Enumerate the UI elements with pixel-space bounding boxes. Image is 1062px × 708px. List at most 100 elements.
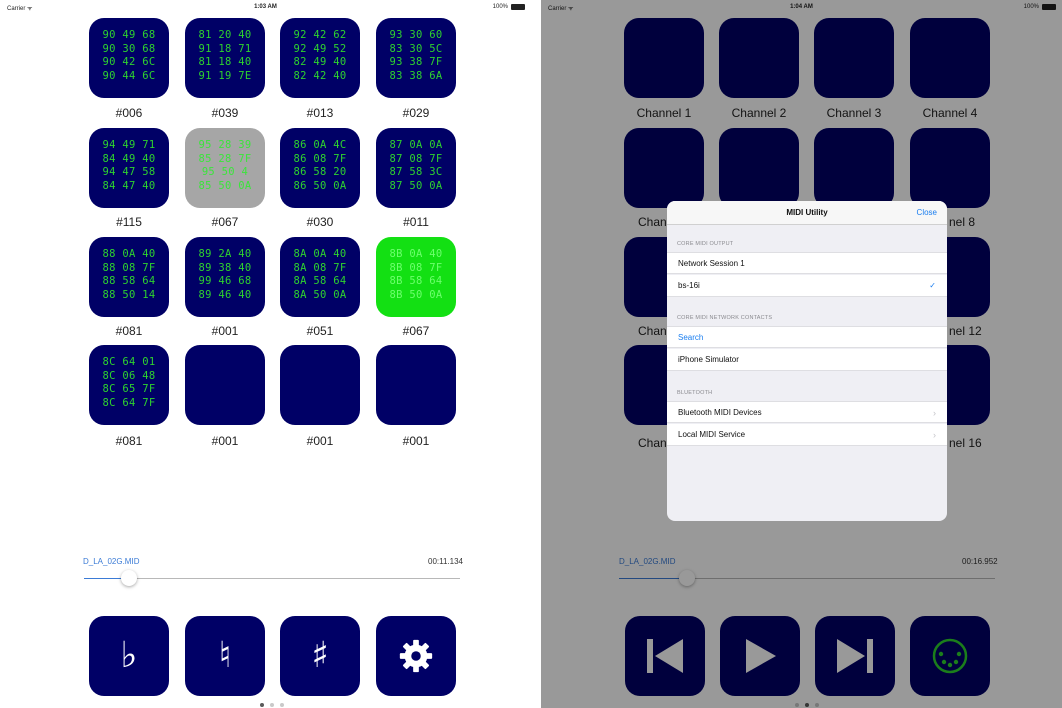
row-label: iPhone Simulator (678, 355, 739, 364)
midi-pad[interactable]: 89 2A 40 89 38 40 99 46 68 89 46 40 (185, 237, 265, 317)
status-bar: Carrier ᯤ 1:03 AM 100% (0, 0, 531, 14)
pad-label: #013 (306, 106, 334, 120)
pad-midi-line: 87 0A 0A (389, 139, 443, 151)
pad-midi-line: 88 50 14 (102, 288, 156, 301)
natural-button[interactable]: ♮ (185, 616, 265, 696)
midi-pad[interactable] (280, 345, 360, 425)
pad-midi-line: 86 08 7F (293, 152, 347, 165)
pad-label: #006 (115, 106, 143, 120)
pad-midi-line: 81 20 40 (198, 29, 252, 41)
pad-midi-line: 87 08 7F (389, 152, 443, 165)
pad-midi-line: 84 49 40 (102, 152, 156, 165)
midi-pad[interactable]: 94 49 71 84 49 40 94 47 58 84 47 40 (89, 128, 169, 208)
pad-midi-line: 81 18 40 (198, 56, 252, 68)
output-row-network-session[interactable]: Network Session 1 (667, 252, 947, 274)
pad-midi-line: 92 42 62 (293, 29, 347, 41)
section-header-bluetooth: BLUETOOTH (677, 390, 713, 396)
page-indicator[interactable] (260, 703, 284, 707)
pad-midi-line: 8C 64 01 (102, 356, 156, 368)
row-label: bs-16i (678, 281, 700, 290)
midi-pad[interactable] (185, 345, 265, 425)
pad-midi-line: 8B 0A 40 (389, 248, 443, 260)
pad-midi-line: 8C 64 7F (102, 396, 156, 409)
pad-midi-line: 87 50 0A (389, 179, 443, 192)
pad-midi-line: 93 38 7F (389, 56, 443, 68)
page-dot[interactable] (280, 703, 284, 707)
pad-midi-data: 95 28 39 85 28 7F 95 50 4 85 50 0A (185, 139, 265, 193)
pad-midi-line: 8A 0A 40 (293, 248, 347, 260)
pad-label: #001 (211, 434, 239, 448)
battery-icon (511, 4, 525, 10)
gear-icon (399, 639, 433, 673)
pad-midi-line: 8C 65 7F (102, 383, 156, 395)
output-row-bs-16i[interactable]: bs-16i ✓ (667, 275, 947, 297)
pad-midi-line: 95 50 4 (201, 166, 249, 178)
sharp-button[interactable]: ♯ (280, 616, 360, 696)
pad-midi-data: 93 30 60 83 30 5C 93 38 7F 83 38 6A (376, 29, 456, 83)
pad-midi-line: 8A 58 64 (293, 275, 347, 287)
search-row[interactable]: Search (667, 326, 947, 348)
pad-midi-data: 89 2A 40 89 38 40 99 46 68 89 46 40 (185, 248, 265, 302)
pad-midi-line: 8C 06 48 (102, 369, 156, 382)
midi-pad[interactable]: 90 49 68 90 30 68 90 42 6C 90 44 6C (89, 18, 169, 98)
section-header-core-midi-output: CORE MIDI OUTPUT (677, 241, 734, 247)
pad-label: #001 (306, 434, 334, 448)
midi-pad[interactable]: 8C 64 01 8C 06 48 8C 65 7F 8C 64 7F (89, 345, 169, 425)
modal-title: MIDI Utility (786, 208, 828, 217)
pad-midi-line: 88 08 7F (102, 261, 156, 274)
row-label: Network Session 1 (678, 259, 745, 268)
slider-knob[interactable] (121, 570, 138, 586)
pad-label: #030 (306, 215, 334, 229)
pad-midi-line: 99 46 68 (198, 275, 252, 287)
row-label: Search (678, 333, 704, 342)
pad-midi-line: 8B 58 64 (389, 275, 443, 287)
settings-button[interactable] (376, 616, 456, 696)
battery-indicator: 100% (493, 4, 525, 10)
natural-icon: ♮ (218, 635, 232, 676)
page-dot[interactable] (270, 703, 274, 707)
close-button[interactable]: Close (917, 208, 937, 217)
pad-midi-line: 95 28 39 (198, 139, 252, 151)
pad-midi-line: 87 58 3C (389, 166, 443, 178)
pad-midi-data: 87 0A 0A 87 08 7F 87 58 3C 87 50 0A (376, 139, 456, 193)
local-midi-service-row[interactable]: Local MIDI Service › (667, 424, 947, 446)
midi-pad[interactable]: 93 30 60 83 30 5C 93 38 7F 83 38 6A (376, 18, 456, 98)
channel-screen: Carrier ᯤ 1:04 AM 100% Channel 1 Channel… (541, 0, 1062, 708)
midi-pad[interactable]: 86 0A 4C 86 08 7F 86 58 20 86 50 0A (280, 128, 360, 208)
flat-button[interactable]: ♭ (89, 616, 169, 696)
pad-midi-data: 90 49 68 90 30 68 90 42 6C 90 44 6C (89, 29, 169, 83)
clock: 1:03 AM (254, 4, 277, 10)
midi-pad[interactable]: 81 20 40 91 18 71 81 18 40 91 19 7E (185, 18, 265, 98)
row-label: Local MIDI Service (678, 430, 746, 439)
pad-midi-line: 89 38 40 (198, 261, 252, 274)
midi-pad[interactable]: 95 28 39 85 28 7F 95 50 4 85 50 0A (185, 128, 265, 208)
pad-midi-line: 94 47 58 (102, 166, 156, 178)
time-readout: 00:11.134 (428, 557, 463, 566)
pad-screen: Carrier ᯤ 1:03 AM 100% 90 49 68 90 30 68 9… (0, 0, 531, 708)
pad-midi-line: 91 19 7E (198, 69, 252, 82)
midi-pad[interactable]: 87 0A 0A 87 08 7F 87 58 3C 87 50 0A (376, 128, 456, 208)
pad-midi-line: 82 42 40 (293, 69, 347, 82)
midi-pad[interactable]: 88 0A 40 88 08 7F 88 58 64 88 50 14 (89, 237, 169, 317)
pad-label: #001 (402, 434, 430, 448)
midi-pad[interactable]: 8B 0A 40 8B 08 7F 8B 58 64 8B 50 0A (376, 237, 456, 317)
page-dot[interactable] (260, 703, 264, 707)
pad-midi-line: 85 50 0A (198, 179, 252, 192)
pad-midi-line: 8A 08 7F (293, 261, 347, 274)
pad-midi-line: 89 2A 40 (198, 248, 252, 260)
midi-pad[interactable] (376, 345, 456, 425)
midi-pad[interactable]: 8A 0A 40 8A 08 7F 8A 58 64 8A 50 0A (280, 237, 360, 317)
midi-pad[interactable]: 92 42 62 92 49 52 82 49 40 82 42 40 (280, 18, 360, 98)
pad-midi-line: 88 58 64 (102, 275, 156, 287)
bluetooth-midi-devices-row[interactable]: Bluetooth MIDI Devices › (667, 401, 947, 423)
pad-midi-line: 90 49 68 (102, 29, 156, 41)
pad-midi-line: 91 18 71 (198, 42, 252, 55)
pad-midi-data: 81 20 40 91 18 71 81 18 40 91 19 7E (185, 29, 265, 83)
progress-slider[interactable] (84, 578, 460, 579)
pad-midi-data: 92 42 62 92 49 52 82 49 40 82 42 40 (280, 29, 360, 83)
pad-label: #011 (403, 215, 429, 229)
pad-midi-data: 94 49 71 84 49 40 94 47 58 84 47 40 (89, 139, 169, 193)
pad-midi-line: 8A 50 0A (293, 288, 347, 301)
contact-row-iphone-simulator[interactable]: iPhone Simulator (667, 349, 947, 371)
pad-midi-line: 82 49 40 (293, 56, 347, 68)
